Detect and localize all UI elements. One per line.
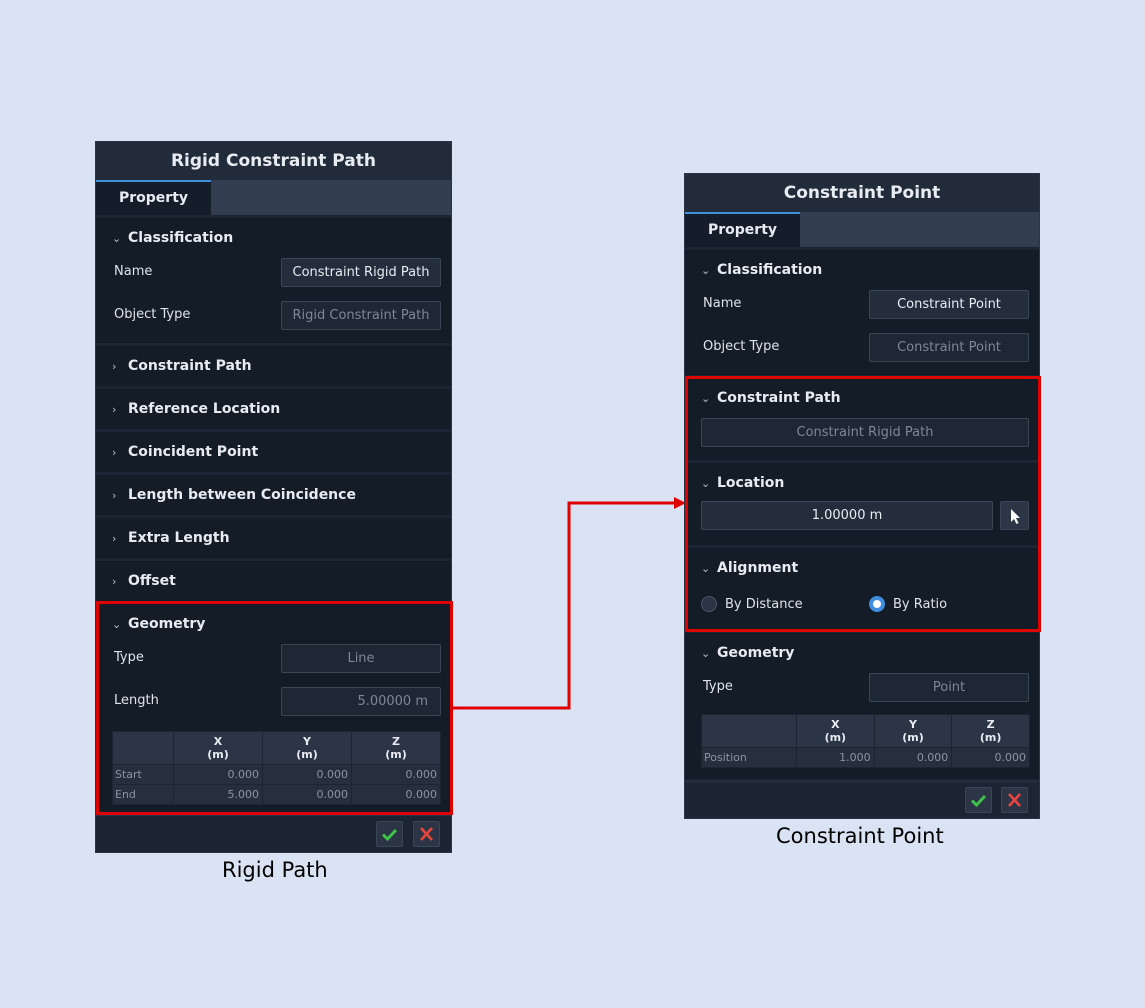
object-type-row: Object Type Constraint Point — [685, 327, 1039, 370]
geometry-section: ⌄ Geometry Type Point X (m) Y (m) Z (m) Posi… — [685, 633, 1039, 779]
cursor-arrow-icon — [1011, 509, 1020, 524]
location-row: 1.00000 m — [685, 497, 1039, 540]
geometry-table: X (m) Y (m) Z (m) Position 1.000 0.000 0.00… — [701, 714, 1030, 768]
caption-rigid-path: Rigid Path — [222, 858, 328, 882]
alignment-row: By Distance By Ratio — [685, 582, 1039, 625]
column-y: Y (m) — [873, 714, 953, 748]
table-row: Position 1.000 0.000 0.000 — [701, 747, 1030, 768]
location-input[interactable]: 1.00000 m — [701, 501, 993, 530]
object-type-label: Object Type — [703, 339, 780, 354]
constraint-path-section: ⌄ Constraint Path Constraint Rigid Path — [685, 378, 1039, 460]
tab-property[interactable]: Property — [685, 212, 800, 247]
radio-on-icon — [869, 596, 885, 612]
name-field[interactable]: Constraint Point — [869, 290, 1029, 319]
pick-location-button[interactable] — [1000, 501, 1029, 530]
row-label: Position — [701, 747, 797, 768]
column-x: X (m) — [796, 714, 875, 748]
name-row: Name Constraint Point — [685, 284, 1039, 327]
constraint-path-row: Constraint Rigid Path — [685, 412, 1039, 455]
cancel-button[interactable] — [1001, 787, 1028, 813]
radio-by-distance[interactable]: By Distance — [701, 596, 803, 612]
table-corner — [701, 714, 797, 748]
alignment-section: ⌄ Alignment By Distance By Ratio — [685, 548, 1039, 630]
check-icon — [970, 794, 987, 808]
object-type-field: Constraint Point — [869, 333, 1029, 362]
geometry-type-row: Type Point — [685, 667, 1039, 710]
close-icon — [1008, 793, 1021, 807]
tab-bar: Property — [685, 212, 1039, 247]
radio-off-icon — [701, 596, 717, 612]
location-section: ⌄ Location 1.00000 m — [685, 463, 1039, 545]
caption-constraint-point: Constraint Point — [776, 824, 944, 848]
ok-button[interactable] — [965, 787, 992, 813]
name-label: Name — [703, 296, 742, 311]
constraint-path-field: Constraint Rigid Path — [701, 418, 1029, 447]
column-z: Z (m) — [951, 714, 1030, 748]
geometry-type-field: Point — [869, 673, 1029, 702]
classification-section: ⌄ Classification Name Constraint Point Ob… — [685, 250, 1039, 375]
cell[interactable]: 1.000 — [796, 747, 875, 768]
constraint-point-panel: Constraint Point Property ⌄ Classificatio… — [684, 173, 1040, 819]
panel-title: Constraint Point — [685, 174, 1039, 212]
cell[interactable]: 0.000 — [951, 747, 1030, 768]
radio-by-ratio[interactable]: By Ratio — [869, 596, 947, 612]
geometry-type-label: Type — [703, 679, 733, 694]
panel-footer — [685, 781, 1039, 818]
cell[interactable]: 0.000 — [873, 747, 953, 768]
